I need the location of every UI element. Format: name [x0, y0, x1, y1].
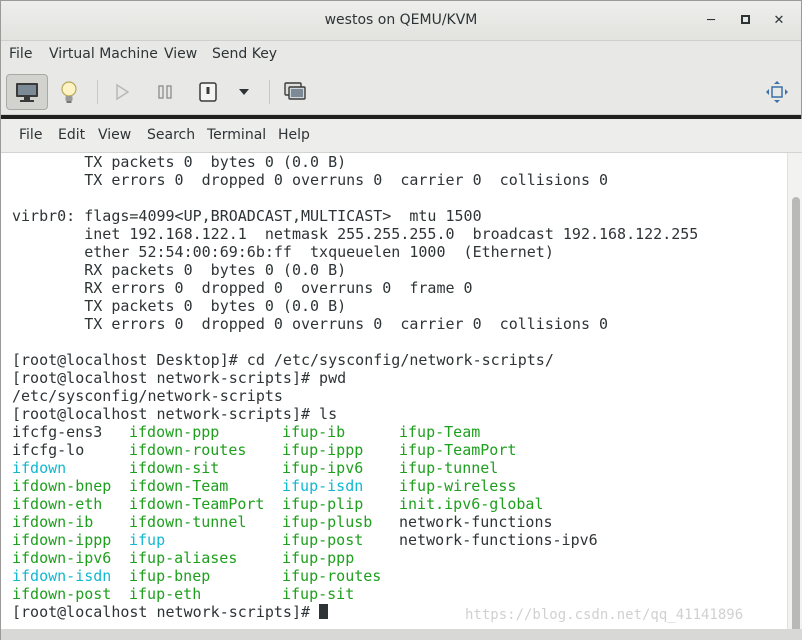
- ls-entry: ifdown-ipv6: [12, 549, 112, 567]
- ls-entry: network-functions: [399, 513, 553, 531]
- ls-entry: ifdown-Team: [129, 477, 229, 495]
- terminal-line: [root@localhost network-scripts]# ls: [12, 405, 338, 423]
- play-icon: [116, 83, 130, 101]
- ls-entry: ifup-bnep: [129, 567, 211, 585]
- ls-entry: ifup-tunnel: [399, 459, 499, 477]
- ls-entry: ifdown-eth: [12, 495, 103, 513]
- terminal-menu-file[interactable]: File: [19, 127, 42, 143]
- terminal-scrollbar[interactable]: [787, 153, 802, 639]
- console-button[interactable]: [6, 74, 48, 110]
- menu-view[interactable]: View: [164, 46, 197, 62]
- ls-entry: ifdown-ppp: [129, 423, 220, 441]
- terminal-line: RX errors 0 dropped 0 overruns 0 frame 0: [12, 279, 473, 297]
- toolbar: [1, 69, 801, 115]
- text-cursor: [319, 604, 329, 619]
- ls-entry: ifup-routes: [282, 567, 382, 585]
- title-bar: westos on QEMU/KVM ─ ✕: [1, 1, 801, 41]
- snapshots-button[interactable]: [274, 74, 316, 110]
- ls-entry: ifup-ipv6: [282, 459, 364, 477]
- ls-entry: ifup-ippp: [282, 441, 364, 459]
- shutdown-menu-button[interactable]: [223, 74, 265, 110]
- window-bottom-edge: [1, 629, 802, 640]
- maximize-button[interactable]: [733, 9, 757, 33]
- ls-entry: ifup-TeamPort: [399, 441, 517, 459]
- ls-entry: ifup-plusb: [282, 513, 373, 531]
- terminal-line: RX packets 0 bytes 0 (0.0 B): [12, 261, 347, 279]
- ls-entry: ifup-isdn: [282, 477, 364, 495]
- ls-entry: ifdown-ippp: [12, 531, 112, 549]
- ls-entry: ifdown: [12, 459, 67, 477]
- chevron-down-icon: [239, 89, 249, 95]
- ls-entry: ifup-ppp: [282, 549, 355, 567]
- ls-entry: ifup-ib: [282, 423, 346, 441]
- terminal-menu-view[interactable]: View: [98, 127, 131, 143]
- monitor-icon: [16, 83, 38, 102]
- ls-entry: ifdown-sit: [129, 459, 220, 477]
- terminal-menu-help[interactable]: Help: [278, 127, 310, 143]
- terminal-line: [root@localhost Desktop]# cd /etc/syscon…: [12, 351, 554, 369]
- minimize-icon: ─: [707, 13, 715, 28]
- terminal-line: inet 192.168.122.1 netmask 255.255.255.0…: [12, 225, 699, 243]
- ls-entry: ifup-plip: [282, 495, 364, 513]
- terminal-line: ether 52:54:00:69:6b:ff txqueuelen 1000 …: [12, 243, 554, 261]
- ls-entry: ifdown-bnep: [12, 477, 112, 495]
- menu-file[interactable]: File: [9, 46, 32, 62]
- menu-virtual-machine[interactable]: Virtual Machine: [49, 46, 158, 62]
- shell-prompt: [root@localhost network-scripts]#: [12, 603, 320, 621]
- ls-entry: ifup-post: [282, 531, 364, 549]
- ls-entry: ifdown-routes: [129, 441, 247, 459]
- terminal-menu-edit[interactable]: Edit: [58, 127, 85, 143]
- ls-entry: ifdown-tunnel: [129, 513, 247, 531]
- window-title: westos on QEMU/KVM: [324, 12, 478, 28]
- ls-entry: ifcfg-lo: [12, 441, 85, 459]
- vm-window: westos on QEMU/KVM ─ ✕ File Virtual Mach…: [0, 0, 802, 640]
- ls-entry: ifup-sit: [282, 585, 355, 603]
- terminal-menu-search[interactable]: Search: [147, 127, 195, 143]
- power-icon: [199, 82, 217, 102]
- terminal-line: TX errors 0 dropped 0 overruns 0 carrier…: [12, 315, 609, 333]
- scrollbar-thumb[interactable]: [792, 197, 800, 637]
- app-menubar: File Virtual Machine View Send Key: [1, 41, 801, 69]
- ls-entry: init.ipv6-global: [399, 495, 544, 513]
- fullscreen-button[interactable]: [756, 74, 798, 110]
- terminal-line: virbr0: flags=4099<UP,BROADCAST,MULTICAS…: [12, 207, 482, 225]
- pause-button[interactable]: [144, 74, 186, 110]
- terminal-menu-terminal[interactable]: Terminal: [207, 127, 266, 143]
- ls-entry: ifdown-TeamPort: [129, 495, 265, 513]
- ls-entry: ifdown-post: [12, 585, 112, 603]
- ls-entry: ifup-Team: [399, 423, 481, 441]
- fullscreen-icon: [766, 81, 788, 103]
- ls-entry: ifcfg-ens3: [12, 423, 103, 441]
- minimize-button[interactable]: ─: [699, 9, 723, 33]
- pause-icon: [158, 85, 172, 99]
- terminal-line: TX errors 0 dropped 0 overruns 0 carrier…: [12, 171, 609, 189]
- terminal-prompt-line: [root@localhost network-scripts]#: [12, 603, 329, 621]
- terminal-output[interactable]: TX packets 0 bytes 0 (0.0 B) TX errors 0…: [12, 153, 782, 639]
- toolbar-separator: [97, 80, 98, 104]
- ls-entry: ifdown-isdn: [12, 567, 112, 585]
- details-button[interactable]: [48, 74, 90, 110]
- screens-icon: [284, 82, 306, 100]
- terminal-line: TX packets 0 bytes 0 (0.0 B): [12, 297, 347, 315]
- run-button[interactable]: [101, 74, 143, 110]
- ls-entry: network-functions-ipv6: [399, 531, 598, 549]
- terminal-menubar: File Edit View Search Terminal Help: [1, 119, 802, 153]
- toolbar-separator: [269, 80, 270, 104]
- vm-display[interactable]: File Edit View Search Terminal Help TX p…: [1, 115, 802, 640]
- terminal-line: TX packets 0 bytes 0 (0.0 B): [12, 153, 347, 171]
- ls-entry: ifup: [129, 531, 166, 549]
- ls-entry: ifup-wireless: [399, 477, 517, 495]
- terminal-line: /etc/sysconfig/network-scripts: [12, 387, 283, 405]
- maximize-icon: [740, 15, 750, 24]
- watermark-text: https://blog.csdn.net/qq_41141896: [465, 607, 744, 623]
- ls-entry: ifdown-ib: [12, 513, 94, 531]
- menu-send-key[interactable]: Send Key: [212, 46, 277, 62]
- ls-entry: ifup-aliases: [129, 549, 238, 567]
- ls-entry: ifup-eth: [129, 585, 202, 603]
- terminal-line: [root@localhost network-scripts]# pwd: [12, 369, 347, 387]
- terminal-window[interactable]: File Edit View Search Terminal Help TX p…: [1, 119, 802, 639]
- close-icon: ✕: [773, 13, 785, 28]
- lightbulb-icon: [61, 81, 77, 103]
- close-button[interactable]: ✕: [767, 9, 791, 33]
